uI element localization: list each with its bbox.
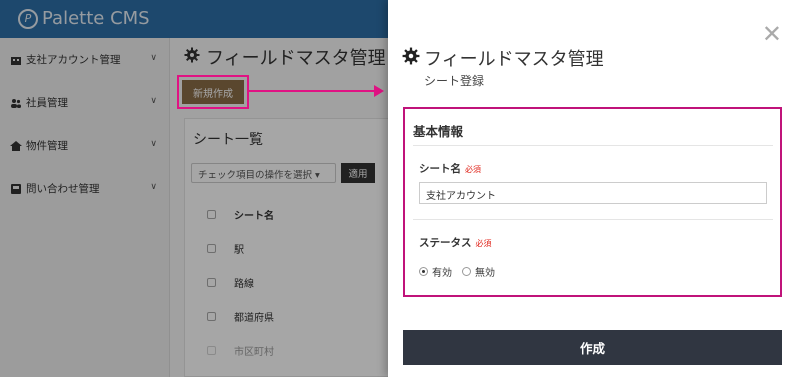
drawer-subtitle: シート登録 xyxy=(424,74,485,88)
status-label: ステータス 必須 xyxy=(419,235,492,250)
divider xyxy=(413,145,773,146)
status-option-inactive[interactable]: 無効 xyxy=(462,264,495,279)
annotation-arrow-line xyxy=(249,90,377,92)
required-badge: 必須 xyxy=(465,165,481,174)
drawer-title: フィールドマスタ管理 xyxy=(402,45,604,71)
gear-icon xyxy=(402,47,420,70)
section-title: 基本情報 xyxy=(413,124,464,139)
required-badge: 必須 xyxy=(475,239,492,248)
status-radio-group: 有効 無効 xyxy=(419,264,499,279)
radio-button[interactable] xyxy=(419,267,428,276)
radio-label: 有効 xyxy=(432,268,452,279)
field-label-text: ステータス xyxy=(419,237,472,249)
divider xyxy=(413,219,773,220)
create-button[interactable]: 作成 xyxy=(403,330,782,365)
new-button-highlight xyxy=(177,75,249,109)
basic-info-section: 基本情報 シート名 必須 支社アカウント ステータス 必須 有効 無効 xyxy=(403,107,782,297)
field-label-text: シート名 xyxy=(419,163,461,175)
modal-overlay[interactable] xyxy=(0,0,390,377)
status-option-active[interactable]: 有効 xyxy=(419,264,452,279)
sheet-name-input[interactable]: 支社アカウント xyxy=(419,182,767,204)
create-sheet-drawer: ✕ フィールドマスタ管理 シート登録 基本情報 シート名 必須 支社アカウント ス… xyxy=(388,0,796,377)
drawer-title-text: フィールドマスタ管理 xyxy=(424,49,604,70)
radio-button[interactable] xyxy=(462,267,471,276)
close-icon[interactable]: ✕ xyxy=(762,22,782,46)
annotation-arrow-head xyxy=(374,85,384,97)
radio-label: 無効 xyxy=(475,268,495,279)
sheet-name-label: シート名 必須 xyxy=(419,161,481,176)
